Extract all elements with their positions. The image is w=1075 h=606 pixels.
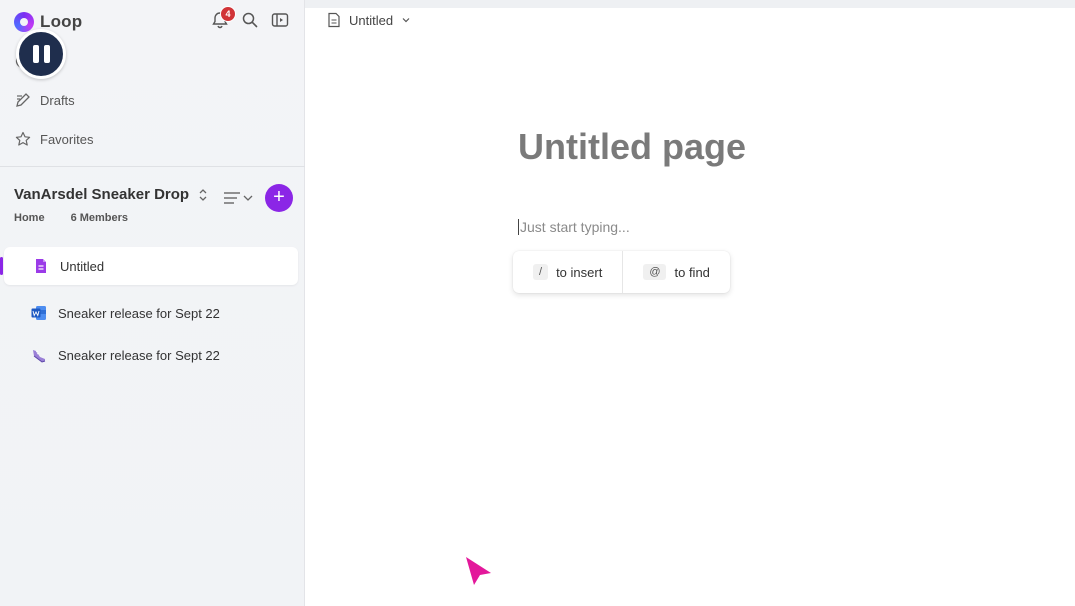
search-button[interactable] — [240, 10, 260, 30]
sidebar-item-drafts[interactable]: Drafts — [14, 88, 75, 112]
page-item-sneaker[interactable]: Sneaker release for Sept 22 — [4, 336, 298, 374]
search-icon — [242, 12, 258, 28]
find-hint[interactable]: @ to find — [622, 251, 730, 293]
workspace-meta: Home 6 Members — [14, 212, 128, 224]
page-item-untitled[interactable]: Untitled — [4, 247, 298, 285]
star-icon — [15, 131, 31, 146]
page-item-label: Sneaker release for Sept 22 — [58, 347, 220, 363]
hint-label: to insert — [556, 264, 603, 280]
breadcrumb-title: Untitled — [349, 12, 394, 28]
pause-icon — [32, 45, 39, 63]
chevron-up-down-icon — [199, 188, 207, 201]
sidebar-item-label: Favorites — [40, 131, 94, 147]
word-icon — [31, 306, 46, 320]
workspace-name: VanArsdel Sneaker Drop — [14, 186, 190, 203]
at-key: @ — [643, 264, 667, 280]
editor-placeholder: Just start typing... — [520, 219, 630, 235]
add-page-button[interactable]: + — [265, 184, 293, 212]
page-item-word-doc[interactable]: Sneaker release for Sept 22 — [4, 294, 298, 332]
drafts-pen-icon — [16, 93, 30, 107]
sneaker-icon — [33, 350, 46, 363]
notification-button[interactable]: 4 — [210, 6, 236, 30]
sort-lines-icon — [224, 192, 253, 204]
sidebar-divider — [0, 166, 305, 167]
top-strip — [305, 0, 1075, 8]
document-icon — [328, 12, 340, 28]
panel-icon — [271, 13, 289, 27]
workspace-members-label[interactable]: 6 Members — [71, 212, 128, 224]
plus-icon: + — [273, 186, 285, 208]
breadcrumb[interactable]: Untitled — [327, 12, 411, 28]
workspace-switcher[interactable]: VanArsdel Sneaker Drop — [14, 186, 209, 203]
mouse-pointer-icon — [466, 557, 491, 585]
command-hints: / to insert @ to find — [513, 251, 730, 293]
sidebar-top-actions: 4 — [210, 6, 290, 30]
page-title[interactable]: Untitled page — [518, 126, 746, 168]
sidebar: Loop 4 ent — [0, 0, 305, 606]
workspace-home-label[interactable]: Home — [14, 212, 45, 224]
pause-icon — [43, 45, 50, 63]
page-item-label: Sneaker release for Sept 22 — [58, 305, 220, 321]
loop-page-icon — [36, 259, 46, 273]
notification-badge: 4 — [220, 6, 236, 22]
page-item-label: Untitled — [60, 258, 105, 274]
loop-logo-icon — [14, 12, 34, 32]
chevron-down-icon — [402, 18, 410, 23]
insert-hint[interactable]: / to insert — [513, 251, 622, 293]
text-caret — [518, 219, 519, 235]
hint-label: to find — [674, 264, 710, 280]
editor-input[interactable]: Just start typing... — [518, 219, 630, 235]
active-page-indicator — [0, 257, 3, 275]
pause-recording-button[interactable] — [16, 29, 66, 79]
sort-pages-button[interactable] — [222, 187, 258, 209]
collapse-sidebar-button[interactable] — [270, 10, 290, 30]
sidebar-item-label: Drafts — [40, 92, 75, 108]
slash-key: / — [533, 264, 549, 280]
sidebar-item-favorites[interactable]: Favorites — [14, 127, 93, 151]
